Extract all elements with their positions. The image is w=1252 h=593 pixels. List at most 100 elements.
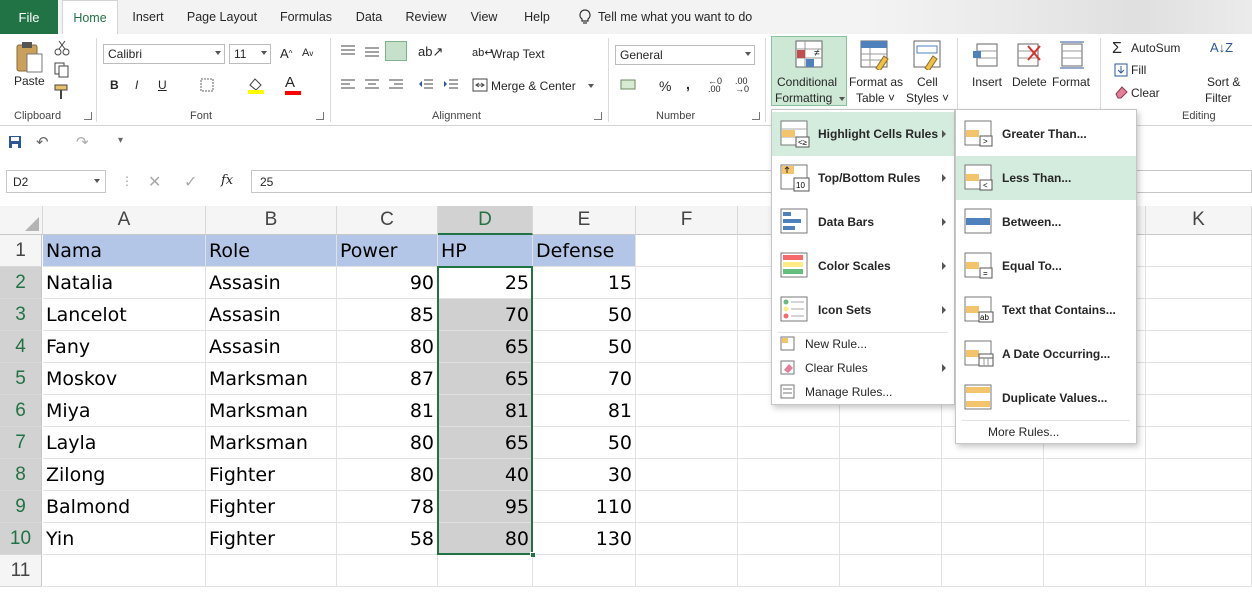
bold-button[interactable]: B (110, 78, 119, 92)
cell-b2[interactable]: Assasin (206, 267, 337, 299)
tab-file[interactable]: File (0, 0, 58, 34)
cell-f4[interactable] (636, 331, 738, 363)
enter-icon[interactable]: ✓ (184, 172, 197, 192)
cell-f7[interactable] (636, 427, 738, 459)
cell-k11[interactable] (1146, 555, 1252, 587)
submenu-item-more-rules[interactable]: More Rules... (956, 420, 1136, 444)
cell-k9[interactable] (1146, 491, 1252, 523)
column-header-a[interactable]: A (43, 206, 206, 235)
menu-item-new-rule[interactable]: New Rule... (772, 332, 954, 356)
cell-b9[interactable]: Fighter (206, 491, 337, 523)
cell-e4[interactable]: 50 (533, 331, 636, 363)
font-color-icon[interactable]: A (285, 74, 301, 95)
clipboard-launcher-icon[interactable] (84, 112, 92, 120)
cell-e7[interactable]: 50 (533, 427, 636, 459)
submenu-item-greater-than[interactable]: > Greater Than... (956, 112, 1136, 156)
cell-e1[interactable]: Defense (533, 235, 636, 267)
underline-button[interactable]: U (158, 78, 167, 92)
tab-formulas[interactable]: Formulas (272, 0, 340, 34)
cell-b1[interactable]: Role (206, 235, 337, 267)
cell-j9[interactable] (1044, 491, 1146, 523)
redo-icon[interactable]: ↷ (76, 133, 89, 151)
delete-cells-button[interactable]: Delete (1012, 75, 1047, 89)
cell-f3[interactable] (636, 299, 738, 331)
cell-e10[interactable]: 130 (533, 523, 636, 555)
cell-g11[interactable] (738, 555, 840, 587)
row-header-11[interactable]: 11 (0, 555, 42, 587)
cell-d11[interactable] (438, 555, 533, 587)
cell-c10[interactable]: 58 (337, 523, 438, 555)
decrease-indent-icon[interactable] (418, 78, 434, 95)
decrease-decimal-icon[interactable]: .00 →0 (735, 77, 749, 94)
tab-help[interactable]: Help (514, 0, 560, 34)
fill-handle[interactable] (530, 552, 536, 558)
cell-k10[interactable] (1146, 523, 1252, 555)
cell-c4[interactable]: 80 (337, 331, 438, 363)
fill-button[interactable]: Fill (1131, 63, 1146, 77)
shrink-font-icon[interactable]: Av (302, 47, 313, 59)
cell-a4[interactable]: Fany (43, 331, 206, 363)
conditional-formatting-button[interactable]: ≠ Conditional Formatting (771, 36, 847, 106)
cancel-icon[interactable]: ✕ (148, 172, 161, 192)
cell-j10[interactable] (1044, 523, 1146, 555)
cell-f11[interactable] (636, 555, 738, 587)
submenu-item-less-than[interactable]: < Less Than... (956, 156, 1136, 200)
autosum-button[interactable]: AutoSum (1131, 41, 1180, 55)
wrap-text-button[interactable]: Wrap Text (491, 47, 545, 61)
align-right-icon[interactable] (388, 78, 404, 95)
sort-filter-button[interactable]: Sort & (1207, 75, 1240, 89)
cell-f9[interactable] (636, 491, 738, 523)
cell-h9[interactable] (840, 491, 942, 523)
cell-b4[interactable]: Assasin (206, 331, 337, 363)
clear-button[interactable]: Clear (1131, 86, 1160, 100)
bottom-align-icon[interactable] (385, 41, 407, 61)
cell-c11[interactable] (337, 555, 438, 587)
italic-button[interactable]: I (135, 78, 138, 92)
top-align-icon[interactable] (340, 44, 356, 61)
customize-qat-icon[interactable]: ▾ (118, 135, 123, 146)
format-as-table-button[interactable]: Format as (849, 75, 903, 89)
merge-center-button[interactable]: Merge & Center (491, 79, 576, 93)
cell-k5[interactable] (1146, 363, 1252, 395)
merge-center-icon[interactable] (472, 78, 488, 95)
cell-e9[interactable]: 110 (533, 491, 636, 523)
font-launcher-icon[interactable] (316, 112, 324, 120)
cell-b5[interactable]: Marksman (206, 363, 337, 395)
cell-b7[interactable]: Marksman (206, 427, 337, 459)
cell-a8[interactable]: Zilong (43, 459, 206, 491)
menu-item-color-scales[interactable]: Color Scales (772, 244, 954, 288)
cell-h8[interactable] (840, 459, 942, 491)
cell-b10[interactable]: Fighter (206, 523, 337, 555)
cell-i8[interactable] (942, 459, 1044, 491)
tab-page-layout[interactable]: Page Layout (182, 0, 262, 34)
insert-cells-button[interactable]: Insert (972, 75, 1002, 89)
column-header-d[interactable]: D (438, 206, 533, 235)
merge-dropdown-icon[interactable] (588, 84, 594, 88)
cell-c8[interactable]: 80 (337, 459, 438, 491)
row-header-8[interactable]: 8 (0, 459, 42, 491)
paste-button[interactable]: Paste (14, 74, 45, 88)
cell-c7[interactable]: 80 (337, 427, 438, 459)
submenu-item-duplicate-values[interactable]: Duplicate Values... (956, 376, 1136, 420)
comma-button[interactable]: , (686, 76, 690, 92)
submenu-item-between[interactable]: Between... (956, 200, 1136, 244)
cell-e11[interactable] (533, 555, 636, 587)
cell-g7[interactable] (738, 427, 840, 459)
tab-home[interactable]: Home (62, 0, 118, 35)
row-header-3[interactable]: 3 (0, 299, 42, 331)
menu-item-top-bottom-rules[interactable]: 10 Top/Bottom Rules (772, 156, 954, 200)
cell-e6[interactable]: 81 (533, 395, 636, 427)
cell-f5[interactable] (636, 363, 738, 395)
cell-j8[interactable] (1044, 459, 1146, 491)
cell-e8[interactable]: 30 (533, 459, 636, 491)
cell-c6[interactable]: 81 (337, 395, 438, 427)
increase-indent-icon[interactable] (443, 78, 459, 95)
cell-a10[interactable]: Yin (43, 523, 206, 555)
submenu-item-date-occurring[interactable]: A Date Occurring... (956, 332, 1136, 376)
cell-a7[interactable]: Layla (43, 427, 206, 459)
column-header-c[interactable]: C (337, 206, 438, 235)
column-header-e[interactable]: E (533, 206, 636, 235)
column-header-f[interactable]: F (636, 206, 738, 235)
cell-i9[interactable] (942, 491, 1044, 523)
cell-b6[interactable]: Marksman (206, 395, 337, 427)
